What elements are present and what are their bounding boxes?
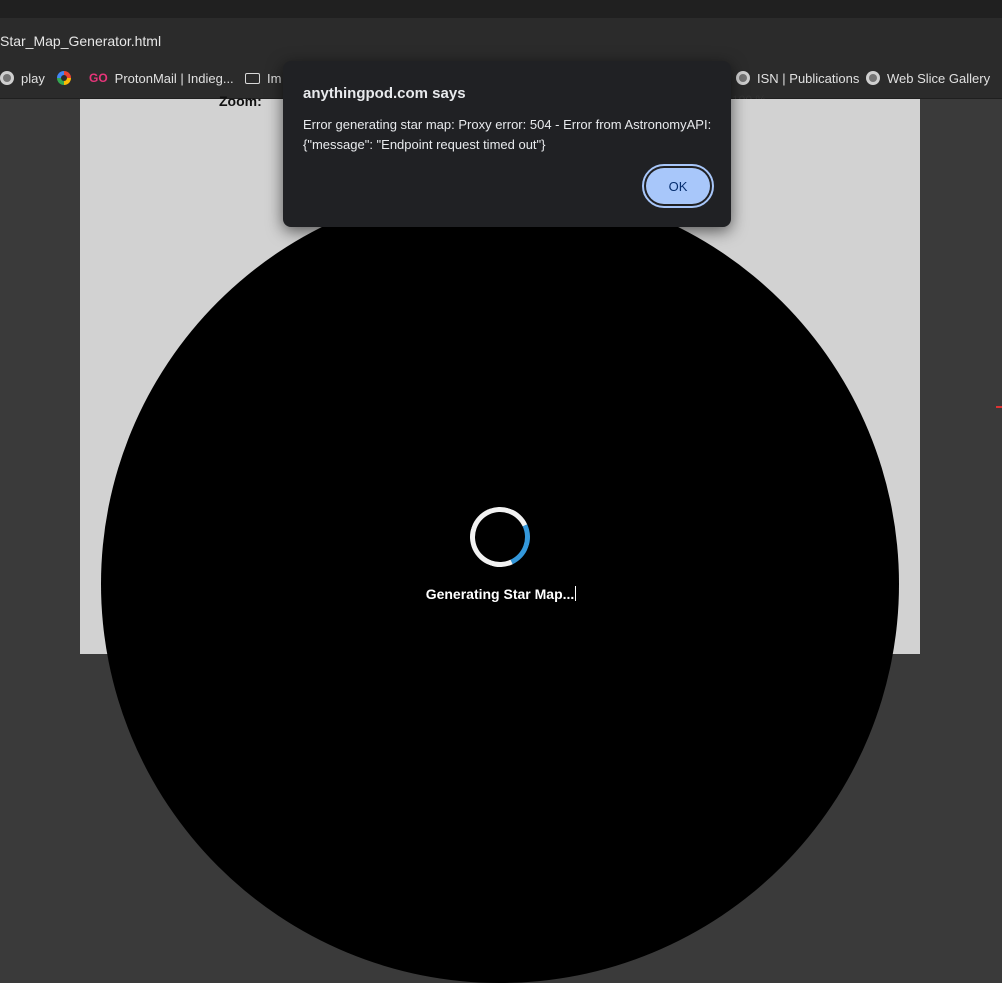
browser-titlebar — [0, 0, 1002, 18]
globe-icon — [0, 71, 14, 85]
bookmark-label: Web Slice Gallery — [887, 70, 991, 86]
bookmark-label: Im — [267, 70, 282, 86]
bookmark-play[interactable]: play — [0, 68, 45, 88]
page-url[interactable]: Star_Map_Generator.html — [0, 33, 161, 49]
bookmark-label: play — [21, 70, 45, 86]
loading-status: Generating Star Map... — [0, 586, 1002, 602]
text-cursor-icon — [575, 586, 577, 601]
google-icon — [57, 71, 71, 85]
bookmark-label: ProtonMail | Indieg... — [114, 70, 234, 86]
ok-button[interactable]: OK — [642, 164, 714, 208]
bookmark-isn-publications[interactable]: ISN | Publications — [736, 68, 859, 88]
dialog-title: anythingpod.com says — [303, 85, 466, 102]
folder-icon — [245, 72, 260, 84]
zoom-value: 100 % — [732, 93, 766, 99]
globe-icon — [866, 71, 880, 85]
loading-status-text: Generating Star Map... — [425, 586, 575, 602]
address-bar[interactable]: Star_Map_Generator.html — [0, 24, 1002, 58]
bookmark-label: ISN | Publications — [757, 70, 860, 86]
bookmark-protonmail[interactable]: GO ProtonMail | Indieg... — [89, 68, 234, 88]
dialog-message: Error generating star map: Proxy error: … — [303, 117, 712, 152]
bookmark-google[interactable] — [57, 68, 78, 88]
zoom-label: Zoom: — [219, 93, 262, 109]
globe-icon — [736, 71, 750, 85]
go-icon: GO — [89, 71, 108, 85]
bookmark-folder[interactable]: Im — [245, 68, 281, 88]
bookmark-web-slice-gallery[interactable]: Web Slice Gallery — [866, 68, 990, 88]
alert-dialog: anythingpod.com says Error generating st… — [283, 61, 731, 227]
edge-marker — [996, 406, 1002, 408]
star-map-canvas — [101, 185, 899, 983]
